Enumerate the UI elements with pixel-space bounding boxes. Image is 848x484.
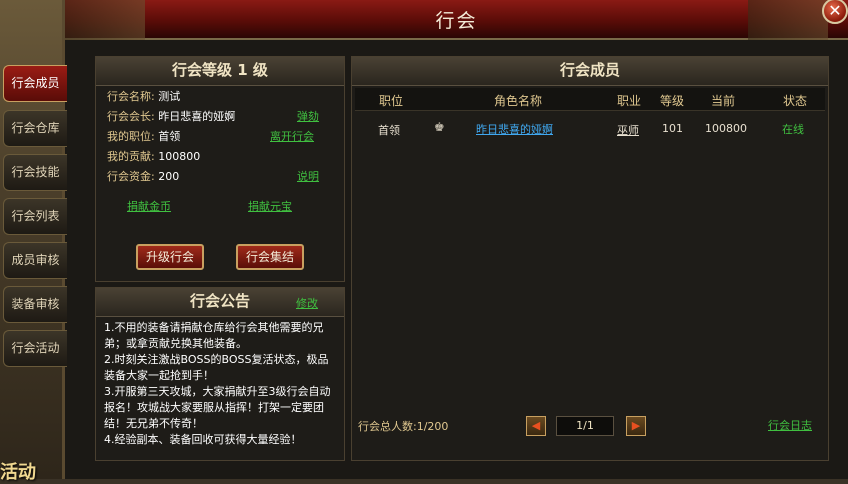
contribution-row: 我的贡献: 100800 (107, 148, 200, 164)
activity-text: 活动 (0, 462, 36, 483)
funds-row: 行会资金: 200 (107, 168, 179, 184)
my-position-value: 首领 (158, 130, 181, 143)
leader-crown-icon: ♚ (434, 120, 445, 134)
tab-equipment-review[interactable]: 装备审核 (3, 286, 67, 323)
notice-line: 1.不用的装备请捐献仓库给行会其他需要的兄弟；或拿贡献兑换其他装备。 (104, 321, 324, 350)
triangle-left-icon: ◀ (531, 419, 541, 432)
column-class: 职业 (617, 94, 642, 108)
guild-members-header: 行会成员 (352, 57, 828, 86)
my-position-label: 我的职位: (107, 130, 155, 143)
total-members: 行会总人数:1/200 (358, 420, 449, 433)
notice-line: 2.时刻关注激战BOSS的BOSS复活状态，极品装备大家一起抢到手！ (104, 353, 329, 382)
next-page-button[interactable]: ▶ (626, 416, 646, 436)
funds-explain-link[interactable]: 说明 (297, 168, 319, 184)
member-level: 101 (662, 122, 683, 135)
guild-gather-button[interactable]: 行会集结 (236, 244, 304, 270)
guild-name-row: 行会名称: 测试 (107, 88, 180, 104)
guild-leader-label: 行会会长: (107, 110, 155, 123)
column-level: 等级 (660, 94, 685, 108)
window-title: 行会 (435, 10, 478, 32)
guild-leader-value: 昨日悲喜的娅婀 (158, 110, 236, 123)
contribution-value: 100800 (158, 150, 201, 163)
column-current: 当前 (711, 94, 736, 108)
impeach-link[interactable]: 弹劾 (297, 108, 319, 124)
leave-guild-link[interactable]: 离开行会 (270, 128, 314, 144)
guild-leader-row: 行会会长: 昨日悲喜的娅婀 (107, 108, 235, 124)
tab-member-review[interactable]: 成员审核 (3, 242, 67, 279)
table-row[interactable]: 首领 ♚ 昨日悲喜的娅婀 巫师 101 100800 在线 (352, 116, 822, 140)
member-position: 首领 (378, 124, 400, 137)
donate-gold-link[interactable]: 捐献金币 (127, 198, 171, 214)
member-name[interactable]: 昨日悲喜的娅婀 (476, 121, 553, 137)
contribution-label: 我的贡献: (107, 150, 155, 163)
funds-label: 行会资金: (107, 170, 155, 183)
guild-log-link[interactable]: 行会日志 (768, 417, 812, 433)
column-status: 状态 (783, 94, 808, 108)
tab-guild-activity[interactable]: 行会活动 (3, 330, 67, 367)
notice-line: 4.经验副本、装备回收可获得大量经验！ (104, 433, 302, 446)
notice-line: 3.开服第三天攻城，大家捐献升至3级行会自动报名！攻城战大家要服从指挥！打架一定… (104, 385, 331, 430)
upgrade-guild-button[interactable]: 升级行会 (136, 244, 204, 270)
member-table-header (355, 88, 825, 111)
close-icon: ✕ (828, 1, 842, 20)
title-bar[interactable]: 行会 (65, 0, 848, 40)
member-class: 巫师 (617, 124, 639, 137)
funds-value: 200 (158, 170, 180, 183)
guild-notice-text: 1.不用的装备请捐献仓库给行会其他需要的兄弟；或拿贡献兑换其他装备。 2.时刻关… (104, 320, 336, 448)
tab-guild-list[interactable]: 行会列表 (3, 198, 67, 235)
donate-yuanbao-link[interactable]: 捐献元宝 (248, 198, 292, 214)
member-status: 在线 (782, 123, 804, 136)
tab-guild-skills[interactable]: 行会技能 (3, 154, 67, 191)
tab-guild-members[interactable]: 行会成员 (3, 65, 67, 102)
guild-level-header: 行会等级 1 级 (96, 57, 344, 86)
column-position: 职位 (379, 94, 404, 108)
guild-name-label: 行会名称: (107, 90, 155, 103)
column-role-name: 角色名称 (494, 94, 543, 108)
tab-guild-warehouse[interactable]: 行会仓库 (3, 110, 67, 147)
member-current: 100800 (705, 122, 747, 135)
edit-notice-link[interactable]: 修改 (296, 295, 318, 311)
page-indicator: 1/1 (556, 416, 614, 436)
guild-name-value: 测试 (158, 90, 181, 103)
triangle-right-icon: ▶ (631, 419, 641, 432)
my-position-row: 我的职位: 首领 (107, 128, 180, 144)
prev-page-button[interactable]: ◀ (526, 416, 546, 436)
